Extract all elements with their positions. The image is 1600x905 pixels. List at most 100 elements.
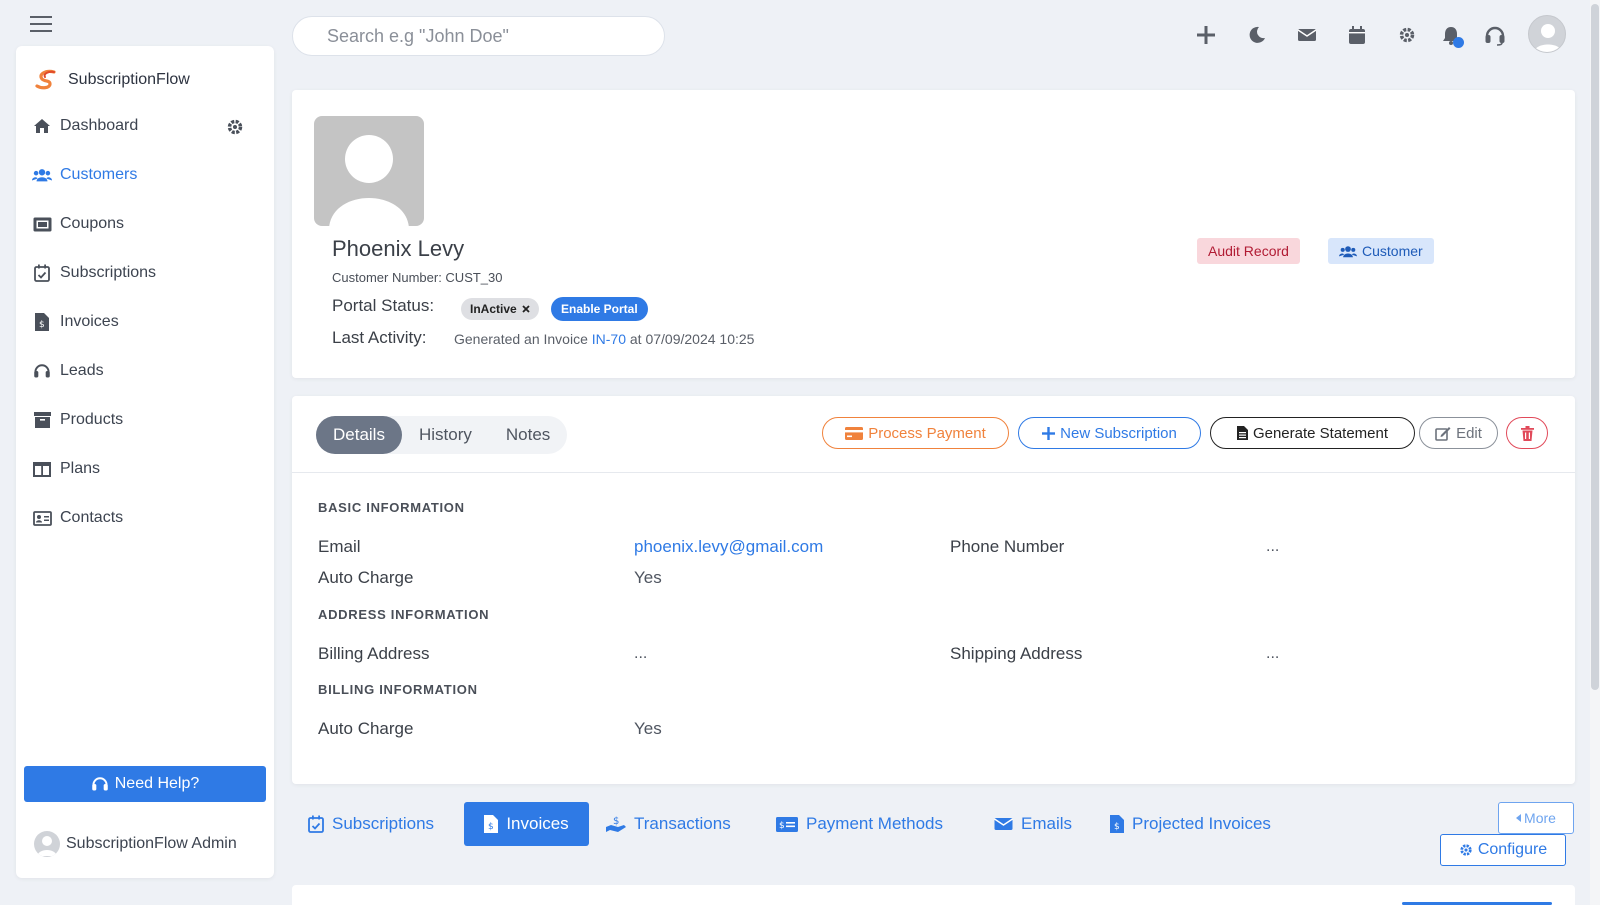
need-help-button[interactable]: Need Help? [24,766,266,802]
generate-statement-button[interactable]: Generate Statement [1210,417,1415,449]
portal-status-text: InActive [470,302,517,316]
address-information-heading: ADDRESS INFORMATION [318,607,490,622]
tab-projected-invoices[interactable]: $ Projected Invoices [1110,802,1271,846]
configure-label: Configure [1477,841,1548,858]
billing-auto-charge-value: Yes [634,719,662,738]
invoices-panel [292,885,1575,905]
tab-notes[interactable]: Notes [489,416,567,454]
new-subscription-button[interactable]: New Subscription [1018,417,1201,449]
users-icon [32,165,52,185]
phone-number-label: Phone Number [950,537,1065,556]
billing-address-value: ... [634,645,648,662]
auto-charge-value: Yes [634,568,662,587]
trash-icon [1520,425,1534,441]
svg-text:$: $ [39,320,45,330]
sidebar-item-label: Subscriptions [60,264,157,281]
phone-number-value: ... [1266,538,1280,555]
sidebar-item-label: Leads [60,362,104,379]
invoice-icon: $ [1110,815,1124,833]
headset-icon [32,361,52,381]
sidebar-item-coupons[interactable]: Coupons [32,207,258,241]
customer-photo-placeholder[interactable] [314,116,424,226]
email-label: Email [318,537,361,556]
gear-icon [1459,843,1473,857]
more-tabs-button[interactable]: More [1498,802,1574,834]
sidebar-item-label: Coupons [60,215,125,232]
subscriptionflow-logo-icon [34,68,58,92]
invoice-icon: $ [32,312,52,332]
tab-invoices[interactable]: $ Invoices [464,802,589,846]
last-activity-label: Last Activity: [332,328,427,347]
sidebar-item-contacts[interactable]: Contacts [32,501,258,535]
tab-label: Transactions [634,814,731,833]
brand-name: SubscriptionFlow [68,71,190,88]
tab-payment-methods[interactable]: $ Payment Methods [776,802,943,846]
edit-button[interactable]: Edit [1419,417,1498,449]
edit-icon [1435,426,1451,441]
search-bar [292,16,665,56]
user-avatar[interactable] [1528,15,1566,53]
last-activity-text: Generated an Invoice IN-70 at 07/09/2024… [454,331,754,347]
sidebar-item-label: Contacts [60,509,124,526]
email-value[interactable]: phoenix.levy@gmail.com [634,537,823,557]
customer-badge-label: Customer [1362,243,1423,259]
sidebar-item-customers[interactable]: Customers [32,158,258,192]
calendar-icon[interactable] [1346,24,1368,46]
generate-statement-label: Generate Statement [1252,424,1389,442]
gear-icon[interactable] [1396,24,1418,46]
admin-user[interactable]: SubscriptionFlow Admin [34,831,237,857]
plus-icon[interactable] [1195,24,1217,46]
sidebar-item-label: Plans [60,460,101,477]
tab-details[interactable]: Details [316,416,402,454]
sidebar: SubscriptionFlow Dashboard Customers Cou… [16,46,274,878]
sidebar-item-subscriptions[interactable]: Subscriptions [32,256,258,290]
sidebar-item-invoices[interactable]: $ Invoices [32,305,258,339]
envelope-icon[interactable] [1296,24,1318,46]
sidebar-item-label: Invoices [60,313,119,330]
auto-charge-label: Auto Charge [318,568,414,587]
portal-status-label: Portal Status: [332,296,435,315]
ticket-icon [32,214,52,234]
dashboard-settings-gear-icon[interactable] [226,118,244,136]
enable-portal-button[interactable]: Enable Portal [551,297,648,321]
tab-label: Emails [1021,814,1073,833]
sidebar-item-dashboard[interactable]: Dashboard [32,109,258,143]
billing-auto-charge-label: Auto Charge [318,719,414,738]
edit-label: Edit [1456,424,1482,442]
audit-record-badge[interactable]: Audit Record [1197,238,1300,264]
search-input[interactable] [327,25,627,47]
hamburger-menu-icon[interactable] [30,14,56,34]
configure-button[interactable]: Configure [1440,834,1566,866]
billing-address-label: Billing Address [318,644,430,663]
more-label: More [1524,810,1556,826]
portal-status-badge[interactable]: InActive [461,298,539,320]
tab-history[interactable]: History [402,416,489,454]
sidebar-item-plans[interactable]: Plans [32,452,258,486]
home-icon [32,116,52,136]
invoice-link[interactable]: IN-70 [592,331,626,347]
sidebar-item-products[interactable]: Products [32,403,258,437]
archive-icon [32,410,52,430]
process-payment-button[interactable]: Process Payment [822,417,1009,449]
envelope-icon [994,817,1013,831]
hand-money-icon: $ [606,815,626,833]
calendar-check-icon [32,263,52,283]
page-scrollbar-thumb[interactable] [1591,4,1599,690]
sidebar-item-label: Products [60,411,124,428]
sidebar-item-leads[interactable]: Leads [32,354,258,388]
headset-icon[interactable] [1484,24,1506,46]
delete-button[interactable] [1506,417,1548,449]
process-payment-label: Process Payment [868,424,986,442]
svg-text:$: $ [1114,822,1120,832]
tab-subscriptions[interactable]: Subscriptions [308,802,434,846]
tab-transactions[interactable]: $ Transactions [606,802,731,846]
tab-emails[interactable]: Emails [994,802,1072,846]
new-subscription-label: New Subscription [1060,424,1177,442]
tab-label: Invoices [506,814,569,833]
money-card-icon: $ [776,816,798,832]
bell-icon[interactable] [1440,24,1464,48]
details-tabs: Details History Notes [316,416,568,454]
moon-icon[interactable] [1246,24,1268,46]
brand[interactable]: SubscriptionFlow [34,68,190,92]
tab-label: Subscriptions [332,814,435,833]
